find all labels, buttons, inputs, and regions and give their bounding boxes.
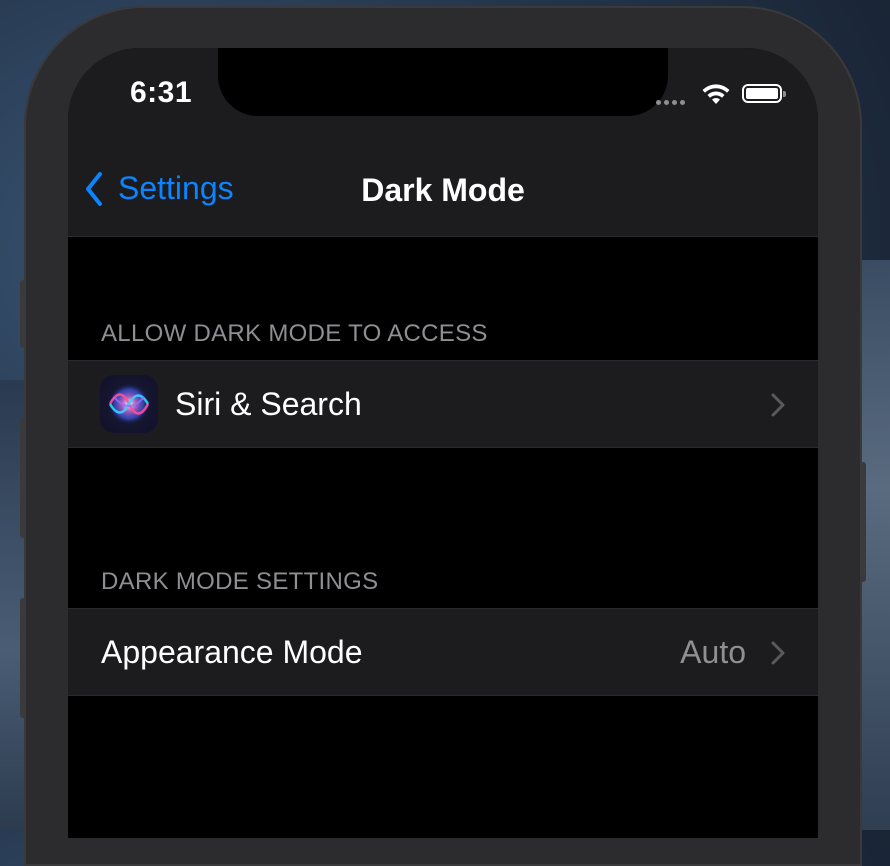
siri-icon: [100, 375, 158, 433]
navigation-bar: 6:31 Settings Dark Mode: [68, 48, 818, 237]
appearance-mode-row[interactable]: Appearance Mode Auto: [68, 608, 818, 696]
phone-side-button: [20, 598, 26, 718]
page-title: Dark Mode: [361, 172, 525, 208]
phone-side-button: [20, 280, 26, 348]
phone-side-button: [20, 418, 26, 538]
siri-search-row[interactable]: Siri & Search: [68, 360, 818, 448]
notch: [218, 48, 668, 116]
phone-side-button: [860, 462, 866, 582]
section-header: DARK MODE SETTINGS: [101, 568, 379, 595]
chevron-right-icon: [771, 393, 785, 417]
section-header: ALLOW DARK MODE TO ACCESS: [101, 320, 488, 347]
phone-screen: 6:31 Settings Dark Mode ALLOW DARK MODE …: [68, 48, 818, 838]
appearance-mode-value: Auto: [680, 633, 746, 670]
chevron-right-icon: [771, 641, 785, 665]
battery-icon: [742, 84, 786, 103]
cellular-signal-icon: [656, 100, 685, 105]
appearance-mode-label: Appearance Mode: [101, 633, 363, 670]
status-time: 6:31: [130, 76, 193, 109]
siri-search-label: Siri & Search: [175, 385, 362, 422]
wifi-icon: [702, 84, 730, 104]
